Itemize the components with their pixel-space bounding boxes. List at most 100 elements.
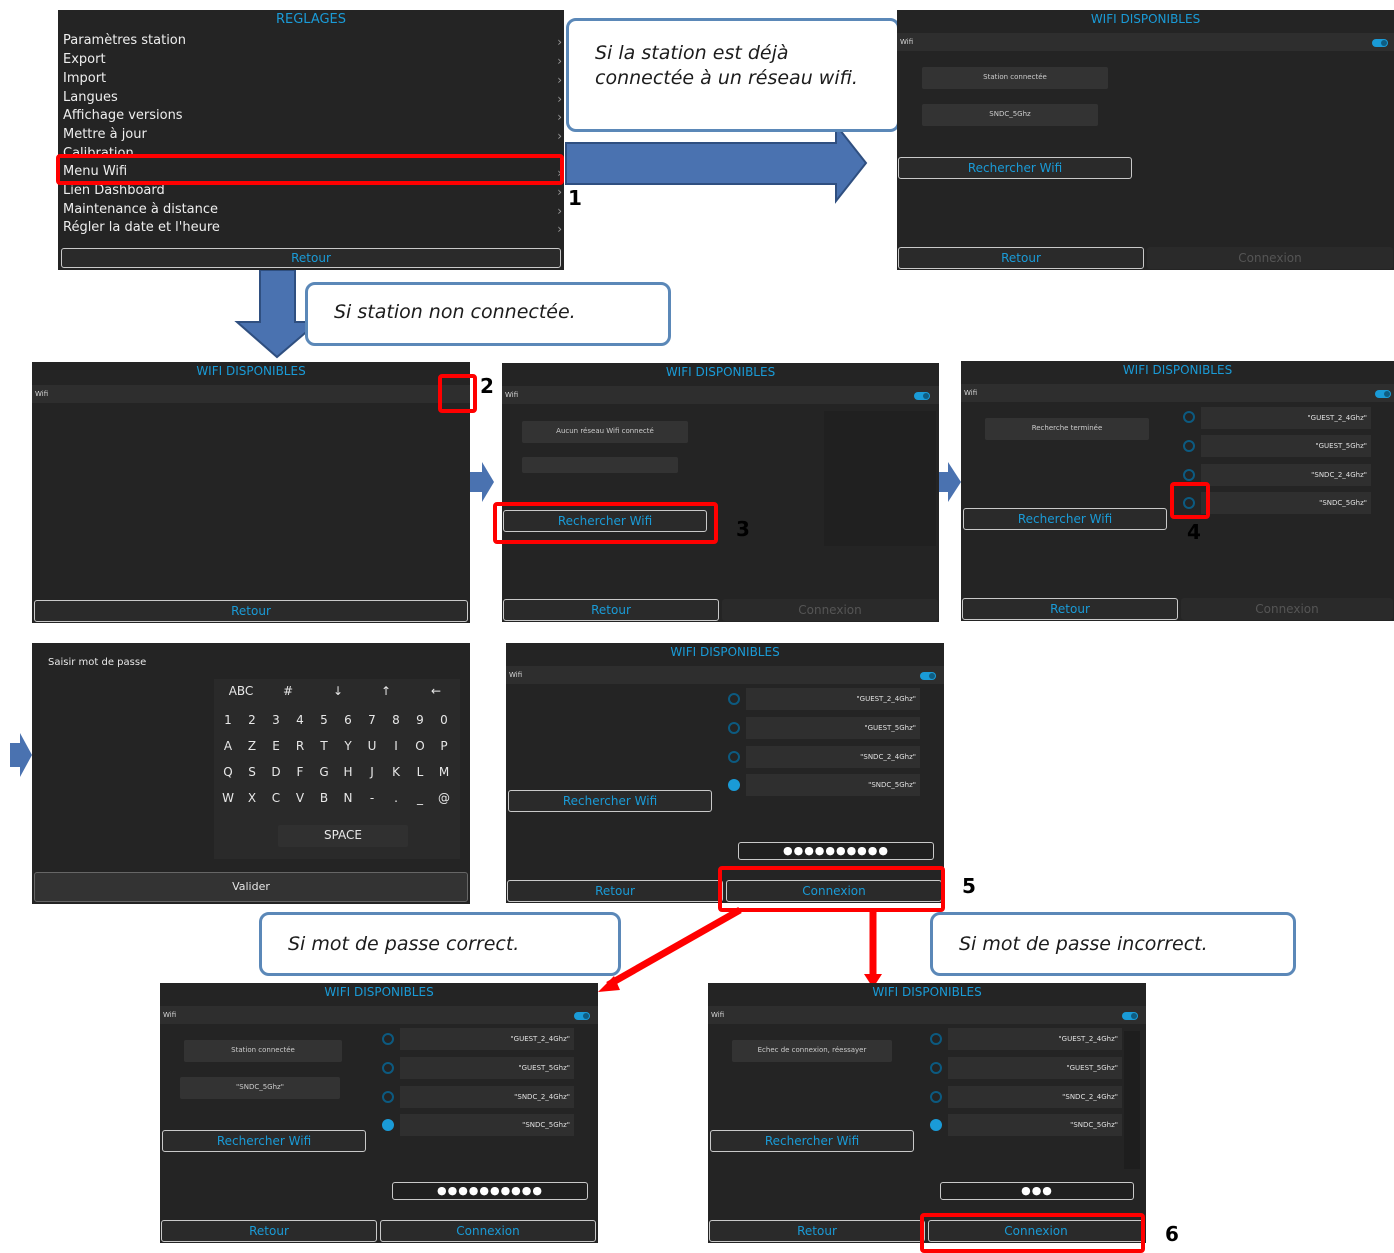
wifi-toggle[interactable] <box>574 1012 590 1020</box>
radio-button[interactable] <box>728 722 740 734</box>
menu-item-dashboard[interactable]: Lien Dashboard <box>63 183 165 198</box>
keyboard-key[interactable]: 6 <box>338 713 358 727</box>
keyboard-key[interactable]: 8 <box>386 713 406 727</box>
key-hash[interactable]: # <box>278 684 298 698</box>
keyboard-key[interactable]: 4 <box>290 713 310 727</box>
keyboard-key[interactable]: F <box>290 765 310 779</box>
keyboard-key[interactable]: Y <box>338 739 358 753</box>
keyboard-key[interactable]: 5 <box>314 713 334 727</box>
network-item[interactable]: "SNDC_2_4Ghz" <box>746 746 920 768</box>
keyboard-key[interactable]: S <box>242 765 262 779</box>
keyboard-key[interactable]: G <box>314 765 334 779</box>
key-arrow-down[interactable]: ↓ <box>328 684 348 698</box>
keyboard-key[interactable]: @ <box>434 791 454 805</box>
connect-button[interactable]: Connexion <box>1147 247 1393 269</box>
connect-button[interactable]: Connexion <box>1181 598 1393 620</box>
wifi-toggle[interactable] <box>914 392 930 400</box>
radio-button[interactable] <box>930 1091 942 1103</box>
radio-button[interactable] <box>930 1062 942 1074</box>
search-wifi-button[interactable]: Rechercher Wifi <box>710 1130 914 1152</box>
radio-button-selected[interactable] <box>728 779 740 791</box>
back-button[interactable]: Retour <box>507 880 723 902</box>
keyboard-key[interactable]: P <box>434 739 454 753</box>
network-item[interactable]: "SNDC_5Ghz" <box>1201 492 1371 514</box>
network-item[interactable]: "GUEST_2_4Ghz" <box>1201 407 1371 429</box>
search-wifi-button[interactable]: Rechercher Wifi <box>963 508 1167 530</box>
wifi-toggle[interactable] <box>1375 390 1391 398</box>
keyboard-key[interactable]: W <box>218 791 238 805</box>
back-button[interactable]: Retour <box>709 1220 925 1242</box>
keyboard-key[interactable]: X <box>242 791 262 805</box>
back-button[interactable]: Retour <box>962 598 1178 620</box>
search-wifi-button[interactable]: Rechercher Wifi <box>508 790 712 812</box>
radio-button[interactable] <box>1183 469 1195 481</box>
wifi-toggle[interactable] <box>1372 39 1388 47</box>
password-field[interactable]: ●●●●●●●●●● <box>738 842 934 860</box>
keyboard-key[interactable]: M <box>434 765 454 779</box>
keyboard-key[interactable]: H <box>338 765 358 779</box>
keyboard-key[interactable]: Q <box>218 765 238 779</box>
keyboard-key[interactable]: N <box>338 791 358 805</box>
network-item[interactable]: "SNDC_2_4Ghz" <box>400 1086 574 1108</box>
keyboard-key[interactable]: 3 <box>266 713 286 727</box>
keyboard-key[interactable]: D <box>266 765 286 779</box>
network-item[interactable]: "SNDC_2_4Ghz" <box>1201 464 1371 486</box>
password-field[interactable]: ●●● <box>940 1182 1134 1200</box>
keyboard-key[interactable]: B <box>314 791 334 805</box>
network-item[interactable]: "GUEST_5Ghz" <box>948 1057 1122 1079</box>
radio-button[interactable] <box>382 1033 394 1045</box>
menu-item-remote-maintenance[interactable]: Maintenance à distance <box>63 202 218 217</box>
keyboard-key[interactable]: . <box>386 791 406 805</box>
keyboard-key[interactable]: 2 <box>242 713 262 727</box>
network-item[interactable]: "GUEST_2_4Ghz" <box>948 1028 1122 1050</box>
radio-button[interactable] <box>728 693 740 705</box>
keyboard-key[interactable]: A <box>218 739 238 753</box>
network-item[interactable]: "SNDC_5Ghz" <box>948 1114 1122 1136</box>
menu-item-import[interactable]: Import <box>63 71 106 86</box>
search-wifi-button[interactable]: Rechercher Wifi <box>162 1130 366 1152</box>
network-item[interactable]: "SNDC_5Ghz" <box>746 774 920 796</box>
menu-item-versions[interactable]: Affichage versions <box>63 108 183 123</box>
radio-button[interactable] <box>382 1062 394 1074</box>
keyboard-key[interactable]: 1 <box>218 713 238 727</box>
keyboard-key[interactable]: U <box>362 739 382 753</box>
password-field[interactable]: ●●●●●●●●●● <box>392 1182 588 1200</box>
keyboard-key[interactable]: - <box>362 791 382 805</box>
network-item[interactable]: "GUEST_5Ghz" <box>1201 435 1371 457</box>
menu-item-update[interactable]: Mettre à jour <box>63 127 147 142</box>
key-arrow-up[interactable]: ↑ <box>376 684 396 698</box>
back-button[interactable]: Retour <box>161 1220 377 1242</box>
menu-item-export[interactable]: Export <box>63 52 106 67</box>
menu-item-languages[interactable]: Langues <box>63 90 118 105</box>
key-abc[interactable]: ABC <box>224 684 258 698</box>
radio-button-selected[interactable] <box>382 1119 394 1131</box>
back-button[interactable]: Retour <box>503 599 719 621</box>
key-backspace[interactable]: ← <box>426 684 446 698</box>
keyboard-key[interactable]: _ <box>410 791 430 805</box>
radio-button[interactable] <box>1183 440 1195 452</box>
back-button[interactable]: Retour <box>34 600 468 622</box>
key-space[interactable]: SPACE <box>278 825 408 847</box>
menu-item-station-params[interactable]: Paramètres station <box>63 33 186 48</box>
keyboard-key[interactable]: E <box>266 739 286 753</box>
keyboard-key[interactable]: 0 <box>434 713 454 727</box>
network-item[interactable]: "GUEST_2_4Ghz" <box>400 1028 574 1050</box>
network-item[interactable]: "GUEST_5Ghz" <box>400 1057 574 1079</box>
keyboard-key[interactable]: J <box>362 765 382 779</box>
keyboard-key[interactable]: Z <box>242 739 262 753</box>
connect-button[interactable]: Connexion <box>380 1220 596 1242</box>
radio-button[interactable] <box>728 751 740 763</box>
wifi-toggle[interactable] <box>1122 1012 1138 1020</box>
keyboard-key[interactable]: K <box>386 765 406 779</box>
scrollbar[interactable] <box>1124 1031 1140 1169</box>
network-item[interactable]: "GUEST_2_4Ghz" <box>746 688 920 710</box>
keyboard-key[interactable]: 9 <box>410 713 430 727</box>
settings-back-button[interactable]: Retour <box>61 248 561 268</box>
keyboard-key[interactable]: L <box>410 765 430 779</box>
keyboard-key[interactable]: I <box>386 739 406 753</box>
search-wifi-button[interactable]: Rechercher Wifi <box>898 157 1132 179</box>
network-item[interactable]: "SNDC_2_4Ghz" <box>948 1086 1122 1108</box>
keyboard-key[interactable]: V <box>290 791 310 805</box>
network-item[interactable]: "SNDC_5Ghz" <box>400 1114 574 1136</box>
radio-button[interactable] <box>382 1091 394 1103</box>
